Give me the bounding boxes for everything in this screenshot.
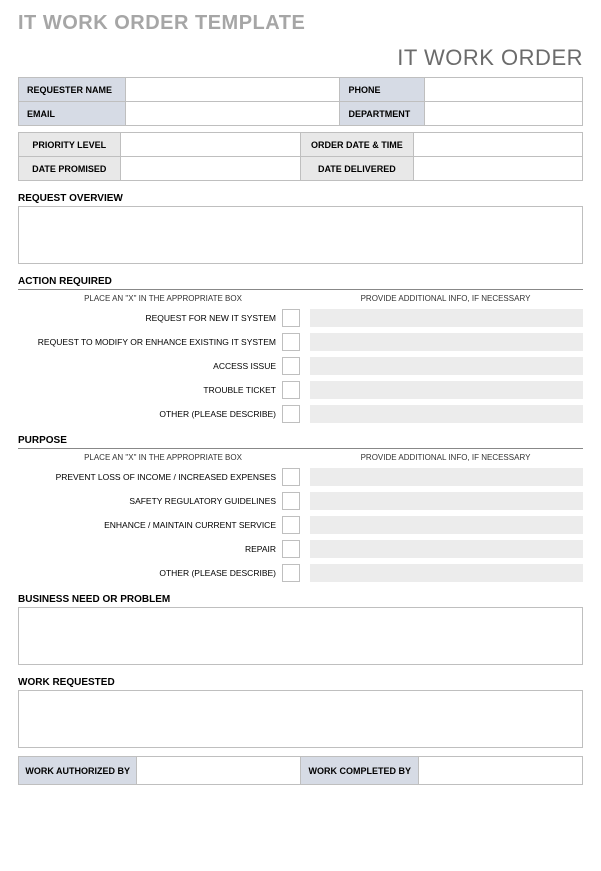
checkbox[interactable] [282, 405, 300, 423]
checkbox[interactable] [282, 516, 300, 534]
checkbox[interactable] [282, 309, 300, 327]
divider [18, 289, 583, 290]
input-date-promised[interactable] [120, 157, 300, 181]
input-work-requested[interactable] [18, 690, 583, 748]
label-email: EMAIL [19, 102, 126, 126]
section-request-overview: REQUEST OVERVIEW [18, 193, 583, 204]
input-business-need[interactable] [18, 607, 583, 665]
label-work-completed-by: WORK COMPLETED BY [300, 757, 418, 785]
additional-info-input[interactable] [310, 357, 583, 375]
label-date-promised: DATE PROMISED [19, 157, 121, 181]
section-action-required: ACTION REQUIRED [18, 276, 583, 287]
additional-info-input[interactable] [310, 540, 583, 558]
hint-additional-info: PROVIDE ADDITIONAL INFO, IF NECESSARY [308, 294, 583, 303]
checkbox[interactable] [282, 333, 300, 351]
footer-table: WORK AUTHORIZED BY WORK COMPLETED BY [18, 756, 583, 785]
input-order-date-time[interactable] [413, 133, 582, 157]
list-item: ACCESS ISSUE [18, 357, 583, 375]
action-required-list: REQUEST FOR NEW IT SYSTEM REQUEST TO MODI… [18, 309, 583, 423]
additional-info-input[interactable] [310, 381, 583, 399]
label-priority-level: PRIORITY LEVEL [19, 133, 121, 157]
divider [18, 448, 583, 449]
additional-info-input[interactable] [310, 468, 583, 486]
checkbox[interactable] [282, 357, 300, 375]
hint-additional-info: PROVIDE ADDITIONAL INFO, IF NECESSARY [308, 453, 583, 462]
hints-row: PLACE AN "X" IN THE APPROPRIATE BOX PROV… [18, 453, 583, 462]
list-item: TROUBLE TICKET [18, 381, 583, 399]
checkbox[interactable] [282, 381, 300, 399]
hints-row: PLACE AN "X" IN THE APPROPRIATE BOX PROV… [18, 294, 583, 303]
requester-info-table: REQUESTER NAME PHONE EMAIL DEPARTMENT [18, 77, 583, 126]
input-work-authorized-by[interactable] [137, 757, 301, 785]
list-item: OTHER (PLEASE DESCRIBE) [18, 564, 583, 582]
checkbox[interactable] [282, 564, 300, 582]
checkbox-label: OTHER (PLEASE DESCRIBE) [18, 568, 282, 578]
checkbox-label: REPAIR [18, 544, 282, 554]
additional-info-input[interactable] [310, 492, 583, 510]
additional-info-input[interactable] [310, 309, 583, 327]
input-date-delivered[interactable] [413, 157, 582, 181]
checkbox[interactable] [282, 468, 300, 486]
hint-checkbox: PLACE AN "X" IN THE APPROPRIATE BOX [18, 294, 308, 303]
label-work-authorized-by: WORK AUTHORIZED BY [19, 757, 137, 785]
label-phone: PHONE [340, 78, 425, 102]
checkbox-label: REQUEST TO MODIFY OR ENHANCE EXISTING IT… [18, 337, 282, 347]
list-item: ENHANCE / MAINTAIN CURRENT SERVICE [18, 516, 583, 534]
input-requester-name[interactable] [126, 78, 340, 102]
label-order-date-time: ORDER DATE & TIME [300, 133, 413, 157]
input-phone[interactable] [425, 78, 583, 102]
checkbox-label: PREVENT LOSS OF INCOME / INCREASED EXPEN… [18, 472, 282, 482]
additional-info-input[interactable] [310, 516, 583, 534]
label-requester-name: REQUESTER NAME [19, 78, 126, 102]
section-work-requested: WORK REQUESTED [18, 677, 583, 688]
hint-checkbox: PLACE AN "X" IN THE APPROPRIATE BOX [18, 453, 308, 462]
checkbox-label: ACCESS ISSUE [18, 361, 282, 371]
section-purpose: PURPOSE [18, 435, 583, 446]
order-meta-table: PRIORITY LEVEL ORDER DATE & TIME DATE PR… [18, 132, 583, 181]
checkbox[interactable] [282, 492, 300, 510]
page-title: IT WORK ORDER TEMPLATE [18, 12, 583, 35]
input-department[interactable] [425, 102, 583, 126]
checkbox-label: SAFETY REGULATORY GUIDELINES [18, 496, 282, 506]
section-business-need: BUSINESS NEED OR PROBLEM [18, 594, 583, 605]
list-item: SAFETY REGULATORY GUIDELINES [18, 492, 583, 510]
additional-info-input[interactable] [310, 405, 583, 423]
input-priority-level[interactable] [120, 133, 300, 157]
input-email[interactable] [126, 102, 340, 126]
label-department: DEPARTMENT [340, 102, 425, 126]
list-item: REPAIR [18, 540, 583, 558]
list-item: REQUEST FOR NEW IT SYSTEM [18, 309, 583, 327]
checkbox-label: ENHANCE / MAINTAIN CURRENT SERVICE [18, 520, 282, 530]
list-item: REQUEST TO MODIFY OR ENHANCE EXISTING IT… [18, 333, 583, 351]
list-item: OTHER (PLEASE DESCRIBE) [18, 405, 583, 423]
checkbox-label: REQUEST FOR NEW IT SYSTEM [18, 313, 282, 323]
checkbox[interactable] [282, 540, 300, 558]
checkbox-label: TROUBLE TICKET [18, 385, 282, 395]
additional-info-input[interactable] [310, 333, 583, 351]
purpose-list: PREVENT LOSS OF INCOME / INCREASED EXPEN… [18, 468, 583, 582]
list-item: PREVENT LOSS OF INCOME / INCREASED EXPEN… [18, 468, 583, 486]
input-work-completed-by[interactable] [419, 757, 583, 785]
input-request-overview[interactable] [18, 206, 583, 264]
checkbox-label: OTHER (PLEASE DESCRIBE) [18, 409, 282, 419]
additional-info-input[interactable] [310, 564, 583, 582]
label-date-delivered: DATE DELIVERED [300, 157, 413, 181]
page-subtitle: IT WORK ORDER [18, 45, 583, 71]
